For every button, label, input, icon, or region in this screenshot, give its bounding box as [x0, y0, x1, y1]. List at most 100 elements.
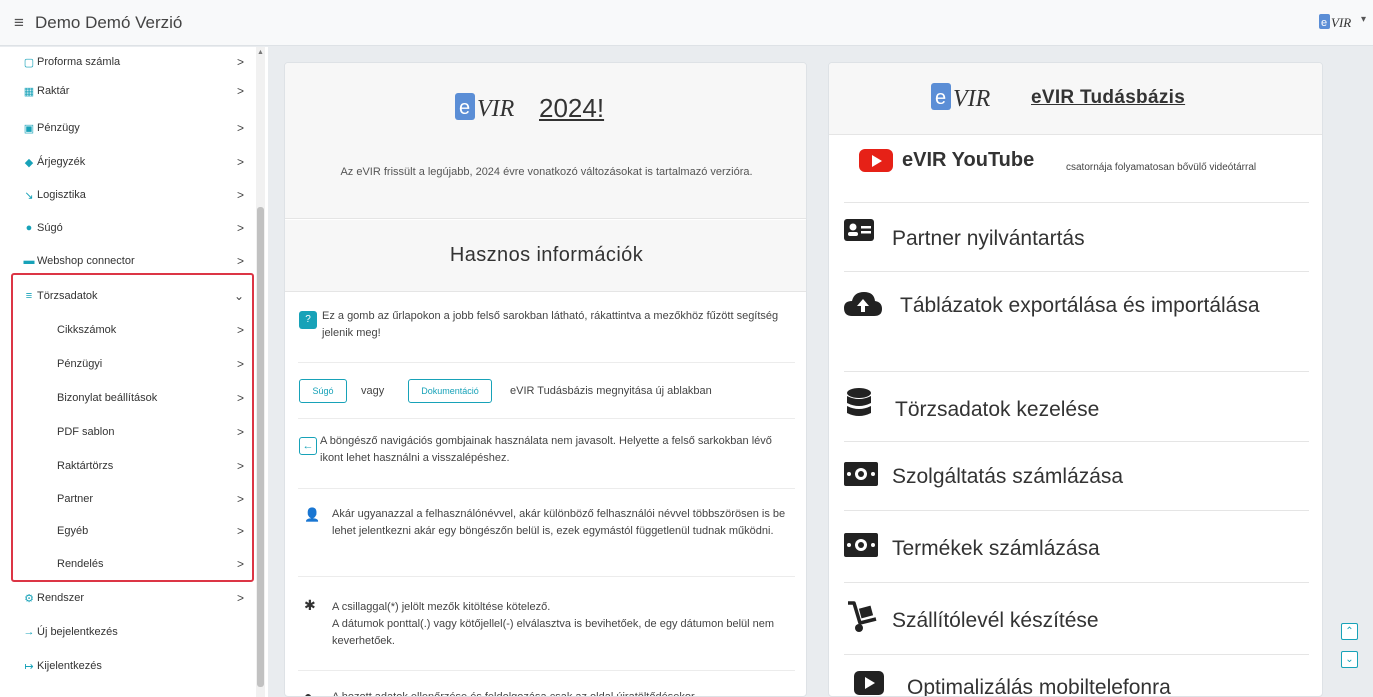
sidebar-item-label: Súgó — [37, 222, 63, 234]
sidebar-subitem-egyeb[interactable]: Egyéb > — [0, 516, 254, 549]
user-icon: 👤 — [304, 507, 321, 522]
cart-icon: ▬ — [23, 255, 35, 267]
back-arrow-icon[interactable]: ← — [299, 437, 317, 455]
database-icon: ≡ — [25, 290, 33, 302]
sidebar-item-uj-bejelentkezes[interactable]: → Új bejelentkezés — [0, 617, 254, 650]
scroll-top-button[interactable]: ⌃ — [1341, 623, 1358, 640]
kb-torzsadatok-label[interactable]: Törzsadatok kezelése — [895, 394, 1099, 425]
sidebar-item-penzugy[interactable]: ▣ Pénzügy > — [0, 113, 254, 146]
release-year-title[interactable]: 2024! — [539, 93, 604, 124]
help-info-row: ? Ez a gomb az űrlapokon a jobb felső sa… — [298, 294, 795, 363]
sidebar-item-label: Pénzügyi — [57, 358, 103, 370]
dolly-icon: ↘ — [24, 190, 34, 202]
data-check-text: A hozott adatok ellenőrzése és feldolgoz… — [332, 691, 695, 697]
kb-export-label[interactable]: Táblázatok exportálása és importálása — [844, 290, 1264, 321]
chevron-right-icon: > — [236, 254, 244, 268]
sidebar-subitem-rendeles[interactable]: Rendelés > — [0, 549, 254, 582]
release-text: Az eVIR frissült a legújabb, 2024 évre v… — [340, 166, 753, 178]
kb-szolgaltatas-row[interactable]: Szolgáltatás számlázása — [844, 442, 1309, 511]
sidebar-item-raktar[interactable]: ▦ Raktár > — [0, 76, 254, 109]
help-badge-icon[interactable]: ? — [299, 311, 317, 329]
sidebar-subitem-partner[interactable]: Partner > — [0, 484, 254, 517]
knowledge-base-title[interactable]: eVIR Tudásbázis — [1031, 87, 1185, 109]
kb-torzsadatok-row[interactable]: Törzsadatok kezelése — [844, 372, 1309, 442]
kb-partner-label[interactable]: Partner nyilvántartás — [892, 223, 1085, 254]
kb-mobil-label[interactable]: Optimalizálás mobiltelefonra — [907, 672, 1171, 696]
sidebar-item-label: Árjegyzék — [37, 156, 86, 168]
sidebar-item-rendszer[interactable]: ⚙ Rendszer > — [0, 583, 254, 616]
chevron-right-icon: > — [236, 55, 244, 69]
back-info-text: A böngésző navigációs gombjainak használ… — [320, 435, 772, 464]
sidebar-item-label: Rendelés — [57, 558, 104, 570]
scroll-up-arrow-icon[interactable]: ▲ — [257, 49, 264, 56]
sidebar-item-label: Logisztika — [37, 189, 86, 201]
chevron-right-icon: > — [236, 84, 244, 98]
sidebar: ▢ Proforma számla > ▦ Raktár > ▣ Pénzügy… — [0, 47, 268, 697]
scroll-bottom-button[interactable]: ⌄ — [1341, 651, 1358, 668]
sidebar-subitem-penzugyi[interactable]: Pénzügyi > — [0, 349, 254, 382]
sidebar-scrollbar-thumb[interactable] — [257, 207, 264, 687]
dolly-icon — [846, 601, 878, 640]
back-info-row: ← A böngésző navigációs gombjainak haszn… — [298, 419, 795, 489]
kb-youtube-row[interactable]: eVIR YouTube csatornája folyamatosan bőv… — [844, 135, 1309, 203]
chevron-right-icon: > — [236, 323, 244, 337]
sidebar-item-label: Törzsadatok — [37, 290, 98, 302]
sidebar-item-torzsadatok[interactable]: ≡ Törzsadatok ⌄ — [0, 281, 254, 314]
release-header: e VIR 2024! Az eVIR frissült a legújabb,… — [285, 63, 806, 219]
chevron-right-icon: > — [236, 524, 244, 538]
question-icon: ● — [25, 222, 33, 234]
chevron-right-icon: > — [236, 557, 244, 571]
documentation-button[interactable]: Dokumentáció — [408, 379, 492, 403]
data-check-row: ● A hozott adatok ellenőrzése és feldolg… — [298, 671, 795, 697]
hamburger-icon[interactable]: ≡ — [14, 13, 24, 33]
user-info-row: 👤 Akár ugyanazzal a felhasználónévvel, a… — [298, 489, 795, 577]
id-card-icon — [844, 217, 874, 248]
kb-termekek-row[interactable]: Termékek számlázása — [844, 511, 1309, 583]
sidebar-item-logisztika[interactable]: ↘ Logisztika > — [0, 180, 254, 213]
chevron-right-icon: > — [236, 155, 244, 169]
svg-text:e: e — [935, 87, 946, 109]
info-circle-icon: ● — [304, 688, 313, 697]
sidebar-item-arjegyzek[interactable]: ◆ Árjegyzék > — [0, 147, 254, 180]
required-info-row: ✱ A csillaggal(*) jelölt mezők kitöltése… — [298, 577, 795, 671]
kb-partner-row[interactable]: Partner nyilvántartás — [844, 203, 1309, 272]
chevron-down-icon: ⌄ — [233, 289, 244, 303]
sidebar-item-sugo[interactable]: ● Súgó > — [0, 213, 254, 246]
asterisk-icon: ✱ — [304, 597, 316, 613]
sidebar-item-label: Webshop connector — [37, 255, 135, 267]
sidebar-item-label: Proforma számla — [37, 56, 121, 68]
youtube-title[interactable]: eVIR YouTube — [902, 145, 1034, 176]
top-navbar: ≡ Demo Demó Verzió e VIR ▾ — [0, 0, 1373, 46]
user-menu-caret-icon[interactable]: ▾ — [1361, 14, 1366, 25]
login-icon: → — [23, 626, 35, 638]
chevron-right-icon: > — [236, 492, 244, 506]
kb-szallitolevel-row[interactable]: Szállítólevél készítése — [844, 583, 1309, 655]
kb-export-row[interactable]: Táblázatok exportálása és importálása — [844, 272, 1309, 372]
kb-open-text: eVIR Tudásbázis megnyitása új ablakban — [510, 385, 712, 397]
svg-text:e: e — [459, 97, 470, 119]
sidebar-item-kijelentkezes[interactable]: ↦ Kijelentkezés — [0, 651, 254, 684]
kb-mobil-row[interactable]: Optimalizálás mobiltelefonra — [844, 655, 1309, 696]
chevron-right-icon: > — [236, 459, 244, 473]
knowledge-base-header: e VIR eVIR Tudásbázis — [829, 63, 1322, 135]
sidebar-subitem-cikkszamok[interactable]: Cikkszámok > — [0, 315, 254, 348]
kb-termekek-label[interactable]: Termékek számlázása — [892, 533, 1100, 564]
chevron-right-icon: > — [236, 357, 244, 371]
evir-logo: e VIR — [931, 83, 991, 112]
useful-info-title: Hasznos információk — [449, 244, 644, 266]
chevron-right-icon: > — [236, 121, 244, 135]
kb-szolgaltatas-label[interactable]: Szolgáltatás számlázása — [892, 461, 1123, 492]
sidebar-subitem-pdf-sablon[interactable]: PDF sablon > — [0, 417, 254, 450]
sidebar-subitem-bizonylat[interactable]: Bizonylat beállítások > — [0, 383, 254, 416]
user-info-text: Akár ugyanazzal a felhasználónévvel, aká… — [332, 508, 786, 537]
chevron-right-icon: > — [236, 391, 244, 405]
logout-icon: ↦ — [24, 661, 34, 673]
app-title: Demo Demó Verzió — [35, 13, 183, 32]
evir-logo-icon[interactable]: e VIR — [1319, 12, 1351, 32]
sidebar-subitem-raktartorzs[interactable]: Raktártörzs > — [0, 451, 254, 484]
sugo-button[interactable]: Súgó — [299, 379, 347, 403]
youtube-desc: csatornája folyamatosan bővülő videótárr… — [1066, 162, 1257, 173]
kb-szallitolevel-label[interactable]: Szállítólevél készítése — [892, 605, 1099, 636]
sidebar-item-webshop[interactable]: ▬ Webshop connector > — [0, 246, 254, 279]
youtube-icon — [859, 149, 893, 172]
